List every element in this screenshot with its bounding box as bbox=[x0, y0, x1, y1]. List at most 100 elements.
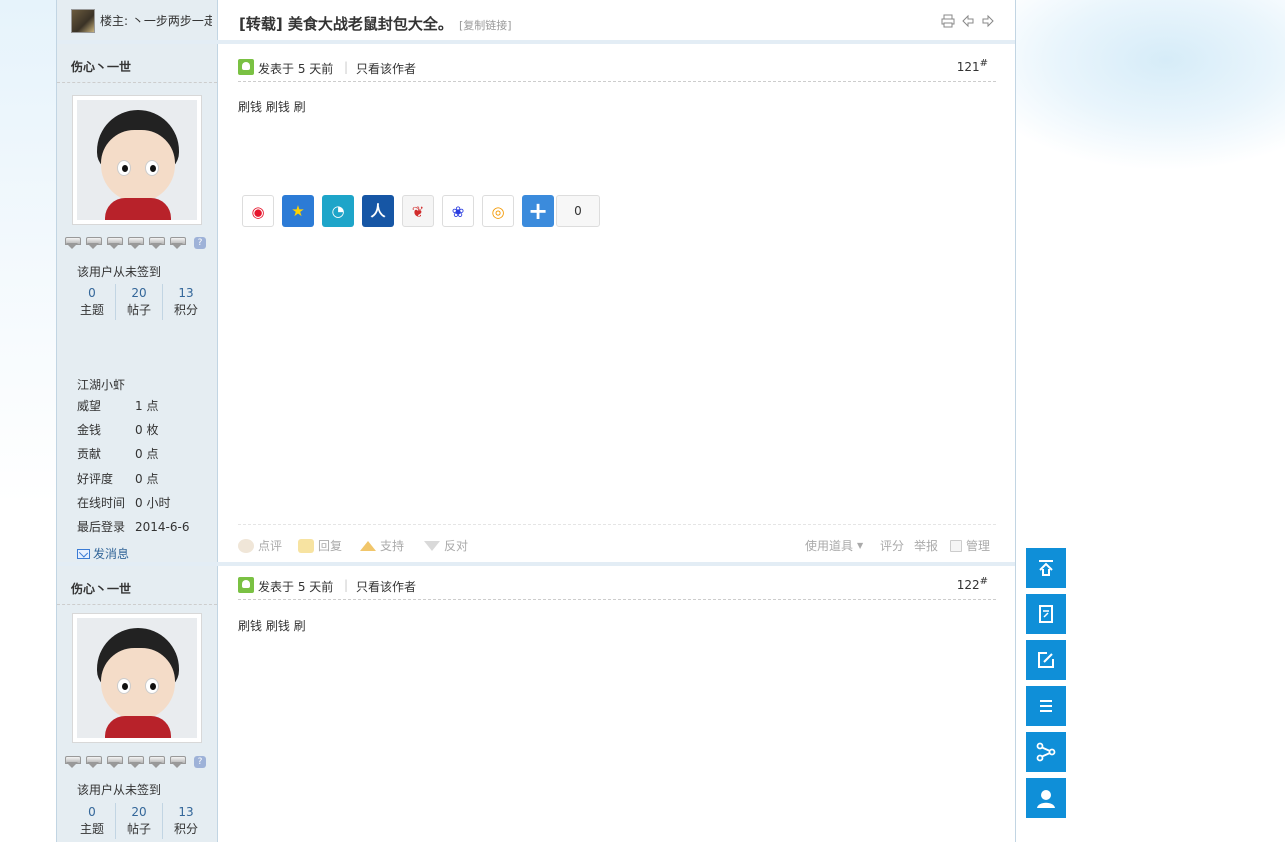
support-button[interactable]: 支持 bbox=[360, 537, 404, 554]
send-message-link[interactable]: 发消息 bbox=[77, 545, 129, 562]
diamond-icon bbox=[65, 237, 81, 249]
info-contribution: 贡献 0 点 bbox=[77, 447, 159, 462]
copy-link-button[interactable]: [复制链接] bbox=[459, 19, 512, 32]
floor-number[interactable]: 122# bbox=[957, 576, 988, 592]
post-body: 刷钱 刷钱 刷 bbox=[238, 100, 306, 114]
host-avatar[interactable] bbox=[71, 9, 95, 33]
user-center-icon bbox=[1037, 790, 1055, 808]
use-tools-menu[interactable]: 使用道具 ▼ bbox=[805, 537, 863, 554]
author-name[interactable]: 伤心丶一世 bbox=[71, 580, 131, 597]
avatar-image bbox=[77, 618, 197, 738]
only-author-link[interactable]: 只看该作者 bbox=[356, 578, 416, 595]
stat-points[interactable]: 13 积分 bbox=[163, 803, 209, 839]
weibo-icon[interactable]: ◉ bbox=[242, 195, 274, 227]
info-money: 金钱 0 枚 bbox=[77, 423, 159, 438]
diamond-icon bbox=[149, 237, 165, 249]
diamond-icon bbox=[86, 237, 102, 249]
qzone-icon[interactable]: ★ bbox=[282, 195, 314, 227]
host-label: 楼主: bbox=[100, 14, 129, 28]
score-button[interactable]: 评分 bbox=[880, 537, 904, 554]
thumb-down-icon bbox=[424, 540, 440, 551]
more-share-icon[interactable]: + bbox=[522, 195, 554, 227]
quick-reply-button[interactable] bbox=[1026, 594, 1066, 634]
new-post-button[interactable] bbox=[1026, 640, 1066, 680]
user-level-badges: ? bbox=[65, 756, 206, 768]
info-online-time: 在线时间 0 小时 bbox=[77, 495, 171, 510]
share-button[interactable] bbox=[1026, 732, 1066, 772]
author-name[interactable]: 伤心丶一世 bbox=[71, 58, 131, 75]
only-author-link[interactable]: 只看该作者 bbox=[356, 60, 416, 77]
post-content: 发表于 5 天前 | 只看该作者 121# 刷钱 刷钱 刷 ◉ ★ ◔ 人 ❦ … bbox=[238, 44, 996, 562]
diamond-icon bbox=[65, 756, 81, 768]
stat-topics[interactable]: 0 主题 bbox=[69, 803, 116, 839]
next-thread-icon[interactable] bbox=[981, 14, 995, 28]
oppose-button[interactable]: 反对 bbox=[424, 537, 468, 554]
qq-icon[interactable]: ◎ bbox=[482, 195, 514, 227]
thread-host: 楼主: 丶一步两步一走 bbox=[57, 0, 218, 40]
share-icon bbox=[1036, 742, 1056, 762]
share-bar: ◉ ★ ◔ 人 ❦ ❀ ◎ + 0 bbox=[242, 195, 600, 227]
help-icon[interactable]: ? bbox=[194, 756, 206, 768]
info-rating: 好评度 0 点 bbox=[77, 471, 159, 486]
checkbox-icon bbox=[950, 539, 962, 552]
help-icon[interactable]: ? bbox=[194, 237, 206, 249]
diamond-icon bbox=[107, 237, 123, 249]
thread-container: 楼主: 丶一步两步一走 [转载] 美食大战老鼠封包大全。 [复制链接] 伤心丶一世 bbox=[56, 0, 1016, 842]
manage-checkbox[interactable]: 管理 bbox=[950, 537, 990, 554]
floor-number[interactable]: 121# bbox=[957, 58, 988, 74]
post-time: 发表于 5 天前 bbox=[258, 62, 334, 76]
tencent-weibo-icon[interactable]: ◔ bbox=[322, 195, 354, 227]
user-rank: 江湖小虾 bbox=[77, 378, 126, 392]
post-meta: 发表于 5 天前 | 只看该作者 122# bbox=[238, 576, 996, 600]
post-meta: 发表于 5 天前 | 只看该作者 121# bbox=[238, 58, 996, 82]
avatar[interactable] bbox=[72, 613, 202, 743]
baidu-icon[interactable]: ❀ bbox=[442, 195, 474, 227]
quick-reply-icon bbox=[1039, 605, 1053, 623]
thumb-up-icon bbox=[360, 540, 376, 551]
sign-status: 该用户从未签到 bbox=[77, 783, 162, 797]
stat-posts[interactable]: 20 帖子 bbox=[116, 803, 163, 839]
floating-toolbar bbox=[1026, 548, 1066, 824]
user-center-button[interactable] bbox=[1026, 778, 1066, 818]
user-stats: 0 主题 20 帖子 13 积分 bbox=[69, 284, 209, 320]
post-121: 伤心丶一世 ? 该用户从未签到 0 主题 20 帖子 13 积分 江湖小虾 威望… bbox=[57, 44, 1015, 562]
diamond-icon bbox=[170, 237, 186, 249]
mail-icon bbox=[77, 548, 90, 559]
print-icon[interactable] bbox=[941, 14, 955, 28]
stat-posts[interactable]: 20 帖子 bbox=[116, 284, 163, 320]
post-content: 发表于 5 天前 | 只看该作者 122# 刷钱 刷钱 刷 bbox=[238, 566, 996, 842]
reply-button[interactable]: 回复 bbox=[298, 537, 342, 554]
diamond-icon bbox=[86, 756, 102, 768]
stat-topics[interactable]: 0 主题 bbox=[69, 284, 116, 320]
user-info: 威望 1 点 金钱 0 枚 贡献 0 点 好评度 0 点 在线时间 0 小时 最后登录 20… bbox=[77, 396, 189, 541]
avatar[interactable] bbox=[72, 95, 202, 225]
rate-comment-button[interactable]: 点评 bbox=[238, 537, 282, 554]
post-body: 刷钱 刷钱 刷 bbox=[238, 619, 306, 633]
diamond-icon bbox=[128, 756, 144, 768]
stat-points[interactable]: 13 积分 bbox=[163, 284, 209, 320]
host-name[interactable]: 丶一步两步一走 bbox=[132, 14, 212, 28]
prev-thread-icon[interactable] bbox=[961, 14, 975, 28]
online-status-icon bbox=[238, 577, 254, 593]
post-122: 伤心丶一世 ? 该用户从未签到 0 主题 20 帖子 13 积分 发表于 5 天… bbox=[57, 566, 1015, 842]
sign-status: 该用户从未签到 bbox=[77, 265, 162, 279]
kaixin-icon[interactable]: ❦ bbox=[402, 195, 434, 227]
thread-list-button[interactable] bbox=[1026, 686, 1066, 726]
user-stats: 0 主题 20 帖子 13 积分 bbox=[69, 803, 209, 839]
post-time: 发表于 5 天前 bbox=[258, 580, 334, 594]
report-button[interactable]: 举报 bbox=[914, 537, 938, 554]
reply-icon bbox=[298, 538, 314, 553]
post-author-sidebar: 伤心丶一世 ? 该用户从未签到 0 主题 20 帖 bbox=[57, 44, 218, 562]
renren-icon[interactable]: 人 bbox=[362, 195, 394, 227]
diamond-icon bbox=[128, 237, 144, 249]
info-last-login: 最后登录 2014-6-6 bbox=[77, 519, 190, 534]
info-prestige: 威望 1 点 bbox=[77, 399, 159, 413]
avatar-image bbox=[77, 100, 197, 220]
diamond-icon bbox=[107, 756, 123, 768]
post-author-sidebar: 伤心丶一世 ? 该用户从未签到 0 主题 20 帖 bbox=[57, 566, 218, 842]
new-post-icon bbox=[1038, 652, 1054, 668]
diamond-icon bbox=[170, 756, 186, 768]
back-to-top-button[interactable] bbox=[1026, 548, 1066, 588]
thread-tools bbox=[941, 14, 995, 28]
user-level-badges: ? bbox=[65, 237, 206, 249]
